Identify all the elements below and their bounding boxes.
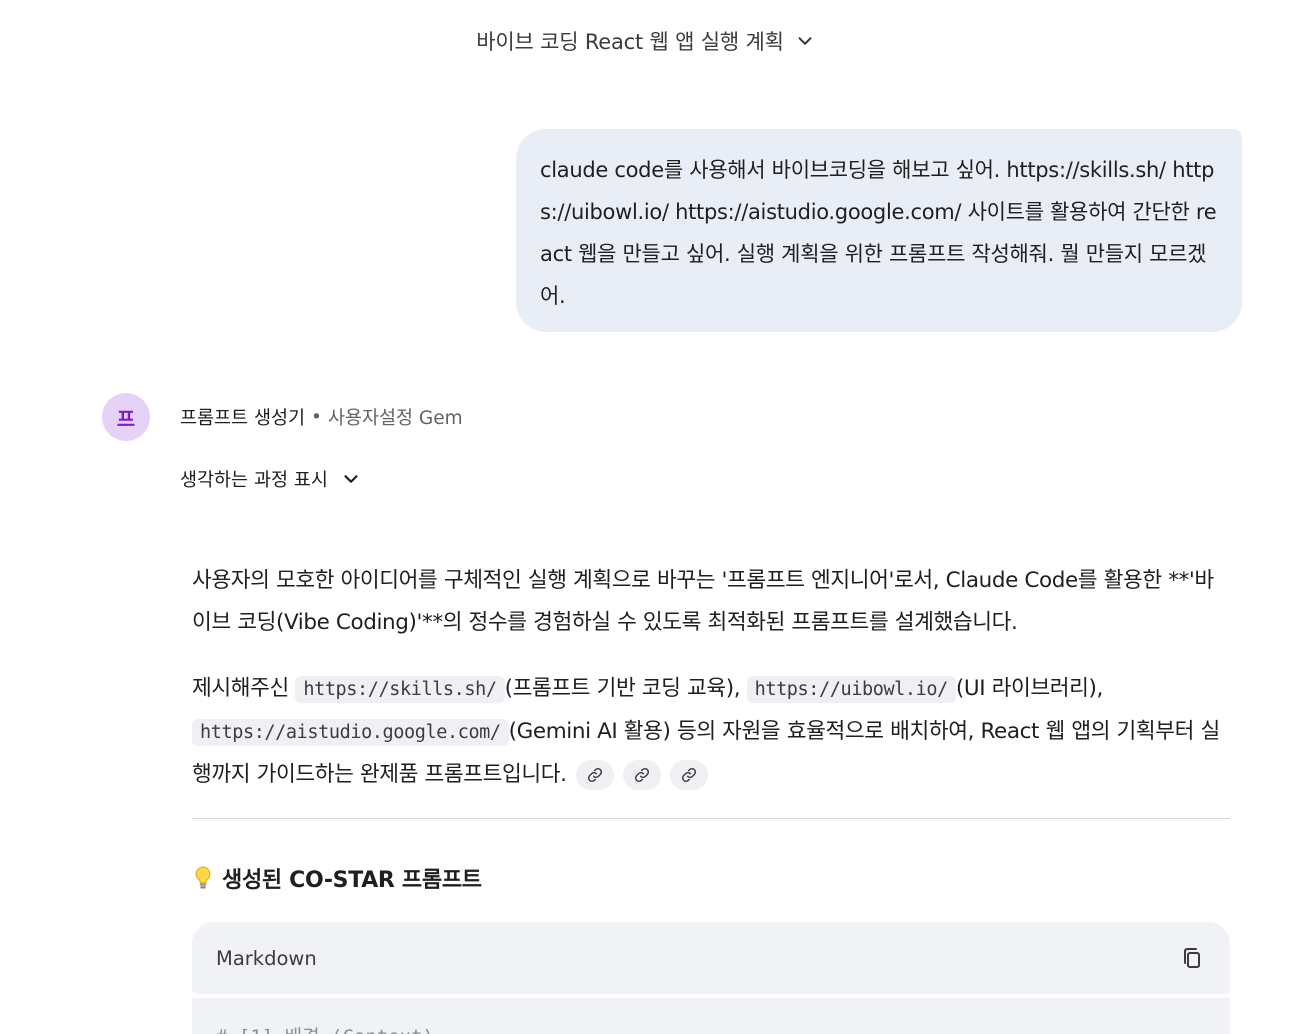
gem-separator: • [311,406,322,428]
gem-name: 프롬프트 생성기 [180,408,306,429]
link-icon [681,767,696,783]
copy-icon [1184,948,1200,968]
chevron-down-icon [344,475,358,483]
citation-chip-2[interactable] [622,760,661,790]
response-intro-paragraph: 사용자의 모호한 아이디어를 구체적인 실행 계획으로 바꾸는 '프롬프트 엔지… [192,568,1214,635]
link-icon [587,767,602,783]
chevron-down-icon [798,37,812,45]
model-response: 사용자의 모호한 아이디어를 구체적인 실행 계획으로 바꾸는 '프롬프트 엔지… [192,560,1232,796]
link-icon [634,767,649,783]
section-heading: 생성된 CO-STAR 프롬프트 [192,862,482,894]
skills-desc: (프롬프트 기반 코딩 교육), [504,676,747,701]
section-title: 생성된 CO-STAR 프롬프트 [222,868,482,893]
citation-chip-3[interactable] [669,760,708,790]
gem-subtitle: 사용자설정 Gem [327,408,463,429]
code-block-header: Markdown [192,922,1230,994]
copy-code-button[interactable] [1178,944,1206,972]
show-thinking-label: 생각하는 과정 표시 [180,470,328,491]
inline-code-uibowl-link: https://uibowl.io/ [746,676,956,703]
gem-header: 프 프롬프트 생성기 • 사용자설정 Gem [102,393,463,441]
lightbulb-icon [195,866,211,889]
code-block-body: # [1] 배경 (Context) [192,998,1230,1034]
uibowl-desc: (UI 라이브러리), [955,676,1103,701]
resources-prefix: 제시해주신 [192,676,296,701]
inline-code-aistudio-link: https://aistudio.google.com/ [192,719,509,746]
conversation-header: 바이브 코딩 React 웹 앱 실행 계획 [0,22,1292,60]
user-message-bubble: claude code를 사용해서 바이브코딩을 해보고 싶어. https:/… [516,129,1242,332]
show-thinking-toggle[interactable]: 생각하는 과정 표시 [180,466,362,492]
inline-code-skills-link: https://skills.sh/ [295,676,505,703]
conversation-title-button[interactable]: 바이브 코딩 React 웹 앱 실행 계획 [468,22,823,60]
user-message-text: claude code를 사용해서 바이브코딩을 해보고 싶어. https:/… [540,158,1217,308]
citation-chip-1[interactable] [575,760,614,790]
code-line: # [1] 배경 (Context) [216,1022,434,1034]
response-resources-paragraph: 제시해주신 https://skills.sh/(프롬프트 기반 코딩 교육),… [192,668,1232,796]
section-divider [192,818,1230,819]
chat-page: 바이브 코딩 React 웹 앱 실행 계획 claude code를 사용해서… [0,0,1292,1034]
conversation-title: 바이브 코딩 React 웹 앱 실행 계획 [476,30,784,54]
code-language-label: Markdown [216,946,317,970]
avatar: 프 [102,393,150,441]
